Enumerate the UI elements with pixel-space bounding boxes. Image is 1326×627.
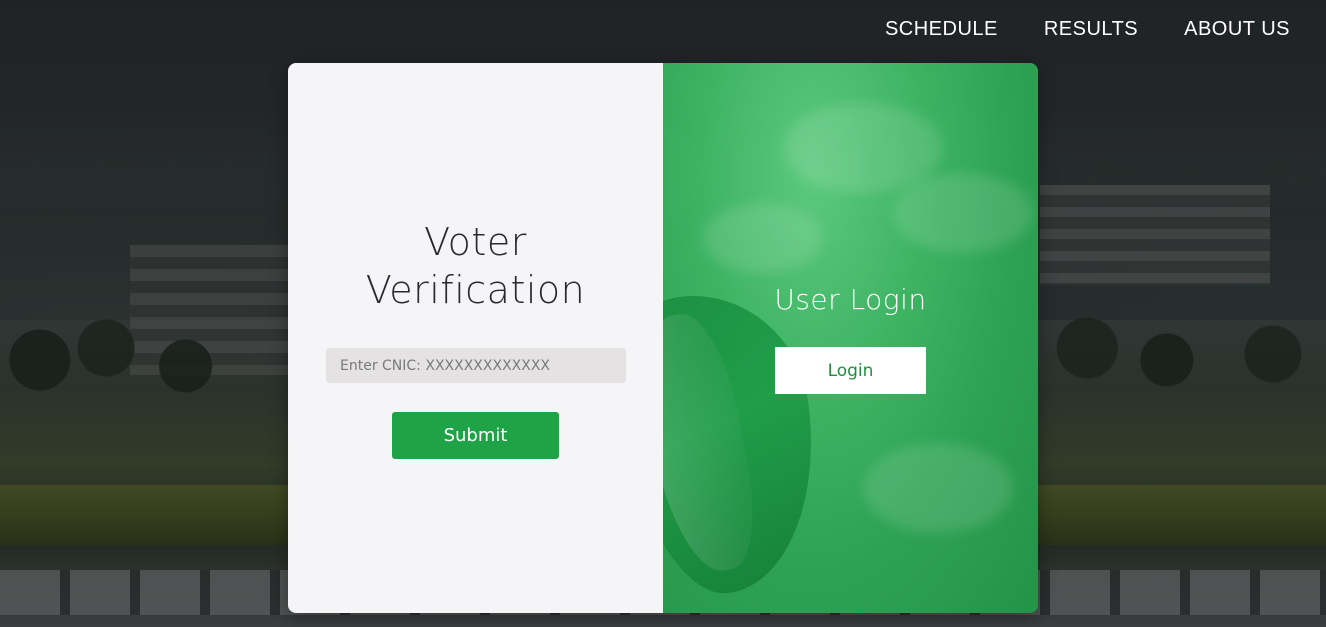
- sky-cloud: [893, 173, 1033, 253]
- main-card: Voter Verification Submit User Login Log…: [288, 63, 1038, 613]
- user-login-title: User Login: [774, 283, 927, 316]
- user-login-panel: User Login Login: [663, 63, 1038, 613]
- sky-cloud: [863, 443, 1013, 533]
- nav-link-schedule[interactable]: SCHEDULE: [885, 18, 998, 41]
- sky-cloud: [703, 203, 823, 273]
- cnic-input[interactable]: [326, 348, 626, 383]
- sky-cloud: [783, 103, 943, 193]
- top-navigation: SCHEDULE RESULTS ABOUT US: [885, 18, 1290, 41]
- login-button[interactable]: Login: [775, 347, 926, 394]
- voter-verification-title-line1: Voter: [424, 220, 527, 264]
- nav-link-results[interactable]: RESULTS: [1044, 18, 1138, 41]
- voter-verification-title-line2: Verification: [365, 268, 586, 312]
- nav-link-about-us[interactable]: ABOUT US: [1184, 18, 1290, 41]
- voter-verification-panel: Voter Verification Submit: [288, 63, 663, 613]
- submit-button[interactable]: Submit: [392, 412, 559, 459]
- voter-verification-title: Voter Verification: [288, 218, 663, 314]
